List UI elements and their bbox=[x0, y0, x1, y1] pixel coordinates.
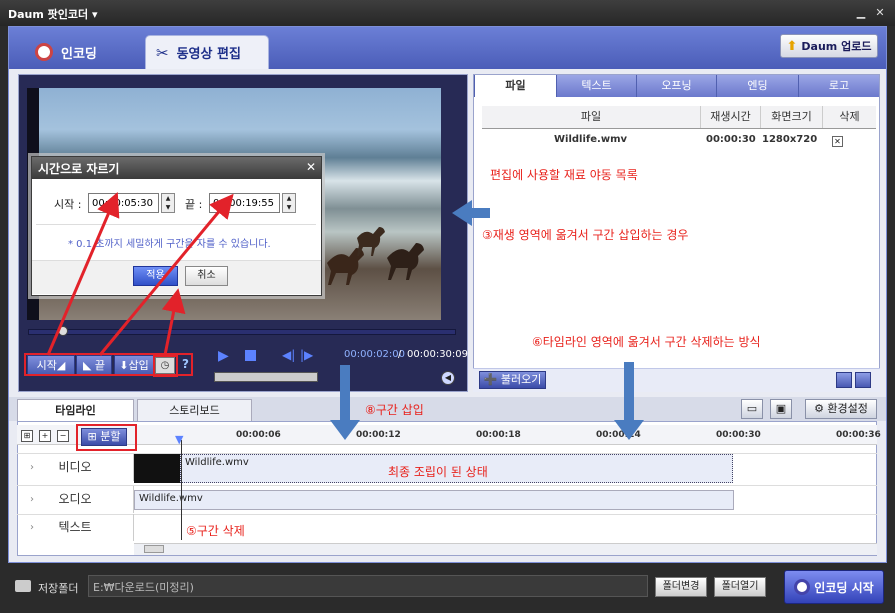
blue-arrow-down-insert bbox=[330, 365, 360, 440]
blue-arrow-down-delete bbox=[614, 362, 644, 440]
red-arrow-start bbox=[46, 191, 120, 356]
annotation-arrows bbox=[46, 191, 644, 440]
red-arrow-end bbox=[98, 193, 234, 356]
red-arrow-clock bbox=[161, 288, 186, 356]
blue-arrow-left bbox=[452, 200, 490, 226]
